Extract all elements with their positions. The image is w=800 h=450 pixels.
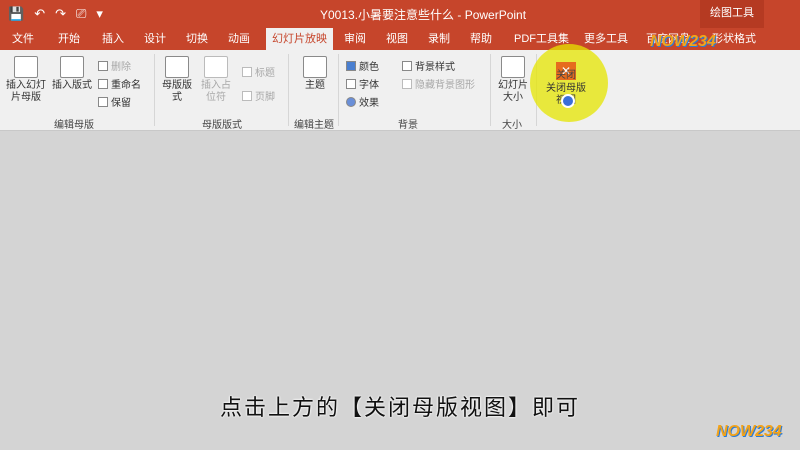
rename-label: 重命名: [111, 80, 141, 91]
tab-file[interactable]: 文件: [6, 28, 40, 50]
tab-insert[interactable]: 插入: [96, 28, 130, 50]
slide-size-button[interactable]: 幻灯片大小: [496, 56, 530, 104]
hide-background-box: [402, 78, 412, 89]
insert-placeholder-label: 插入占位符: [201, 80, 231, 103]
quick-access-toolbar: 💾 ↶ ↷ ⎚ ▾: [8, 4, 103, 24]
separator: [338, 54, 339, 126]
delete-button[interactable]: 删除: [98, 58, 131, 73]
cursor-indicator: [561, 94, 575, 108]
insert-layout-label: 插入版式: [52, 80, 92, 91]
insert-layout-icon: [60, 56, 84, 78]
tab-view[interactable]: 视图: [380, 28, 414, 50]
tab-home[interactable]: 开始: [52, 28, 86, 50]
group-label-edit-master: 编辑母版: [54, 120, 94, 131]
background-styles-dropdown[interactable]: 背景样式: [402, 58, 455, 73]
preserve-label: 保留: [111, 98, 131, 109]
drawing-tools-label: 绘图工具: [700, 0, 764, 28]
hide-background-checkbox[interactable]: 隐藏背景图形: [402, 76, 475, 91]
background-styles-label: 背景样式: [415, 62, 455, 73]
document-title: Y0013.小暑要注意些什么 - PowerPoint: [320, 8, 527, 22]
themes-label: 主题: [305, 80, 325, 91]
colors-icon: [346, 60, 356, 71]
hide-background-label: 隐藏背景图形: [415, 80, 475, 91]
customize-qat-icon[interactable]: ▾: [96, 4, 103, 24]
instruction-subtitle: 点击上方的【关闭母版视图】即可: [219, 395, 580, 420]
tab-animations[interactable]: 动画: [222, 28, 256, 50]
footer-checkbox[interactable]: 页脚: [242, 88, 275, 103]
effects-label: 效果: [359, 98, 379, 109]
separator: [288, 54, 289, 126]
redo-icon[interactable]: ↷: [55, 4, 66, 24]
themes-button[interactable]: 主题: [298, 56, 332, 92]
tab-slide-show[interactable]: 幻灯片放映: [266, 28, 333, 50]
slide-size-label: 幻灯片大小: [498, 80, 528, 103]
tab-design[interactable]: 设计: [138, 28, 172, 50]
tab-transitions[interactable]: 切换: [180, 28, 214, 50]
title-checkbox-label: 标题: [255, 68, 275, 79]
master-layout-button[interactable]: 母版版式: [162, 56, 192, 104]
undo-icon[interactable]: ↶: [34, 4, 45, 24]
save-icon[interactable]: 💾: [8, 4, 24, 24]
title-checkbox[interactable]: 标题: [242, 64, 275, 79]
title-bar: 💾 ↶ ↷ ⎚ ▾ Y0013.小暑要注意些什么 - PowerPoint 绘图…: [0, 0, 800, 28]
group-label-background: 背景: [398, 120, 418, 131]
master-layout-label: 母版版式: [162, 80, 192, 103]
themes-icon: [303, 56, 327, 78]
preserve-button[interactable]: 保留: [98, 94, 131, 109]
rename-button[interactable]: 重命名: [98, 76, 141, 91]
effects-icon: [346, 96, 356, 107]
group-label-edit-theme: 编辑主题: [294, 120, 334, 131]
group-label-close: 关闭: [556, 70, 576, 81]
group-label-master-layout: 母版版式: [202, 120, 242, 131]
master-layout-icon: [165, 56, 189, 78]
tab-review[interactable]: 审阅: [338, 28, 372, 50]
colors-label: 颜色: [359, 62, 379, 73]
watermark-logo: NOW234: [650, 33, 716, 50]
present-icon[interactable]: ⎚: [76, 4, 86, 24]
separator: [490, 54, 491, 126]
watermark-logo-bottom: NOW234: [716, 423, 782, 440]
tab-record[interactable]: 录制: [422, 28, 456, 50]
separator: [154, 54, 155, 126]
insert-slide-master-label: 插入幻灯片母版: [6, 80, 46, 103]
tab-more-tools[interactable]: 更多工具: [578, 28, 634, 50]
delete-label: 删除: [111, 62, 131, 73]
tab-help[interactable]: 帮助: [464, 28, 498, 50]
insert-slide-master-button[interactable]: 插入幻灯片母版: [6, 56, 46, 104]
background-styles-icon: [402, 60, 412, 71]
rename-icon: [98, 78, 108, 89]
fonts-icon: [346, 78, 356, 89]
slide-size-icon: [501, 56, 525, 78]
fonts-label: 字体: [359, 80, 379, 91]
delete-icon: [98, 60, 108, 71]
footer-checkbox-label: 页脚: [255, 92, 275, 103]
insert-placeholder-button[interactable]: 插入占位符: [198, 56, 234, 104]
colors-dropdown[interactable]: 颜色: [346, 58, 379, 73]
insert-master-icon: [14, 56, 38, 78]
title-checkbox-box: [242, 66, 252, 77]
ribbon: 插入幻灯片母版 插入版式 删除 重命名 保留 编辑母版 母版版式 插入占位符 标…: [0, 50, 800, 131]
preserve-icon: [98, 96, 108, 107]
effects-dropdown[interactable]: 效果: [346, 94, 379, 109]
group-label-size: 大小: [502, 120, 522, 131]
footer-checkbox-box: [242, 90, 252, 101]
insert-layout-button[interactable]: 插入版式: [50, 56, 94, 92]
fonts-dropdown[interactable]: 字体: [346, 76, 379, 91]
insert-placeholder-icon: [204, 56, 228, 78]
